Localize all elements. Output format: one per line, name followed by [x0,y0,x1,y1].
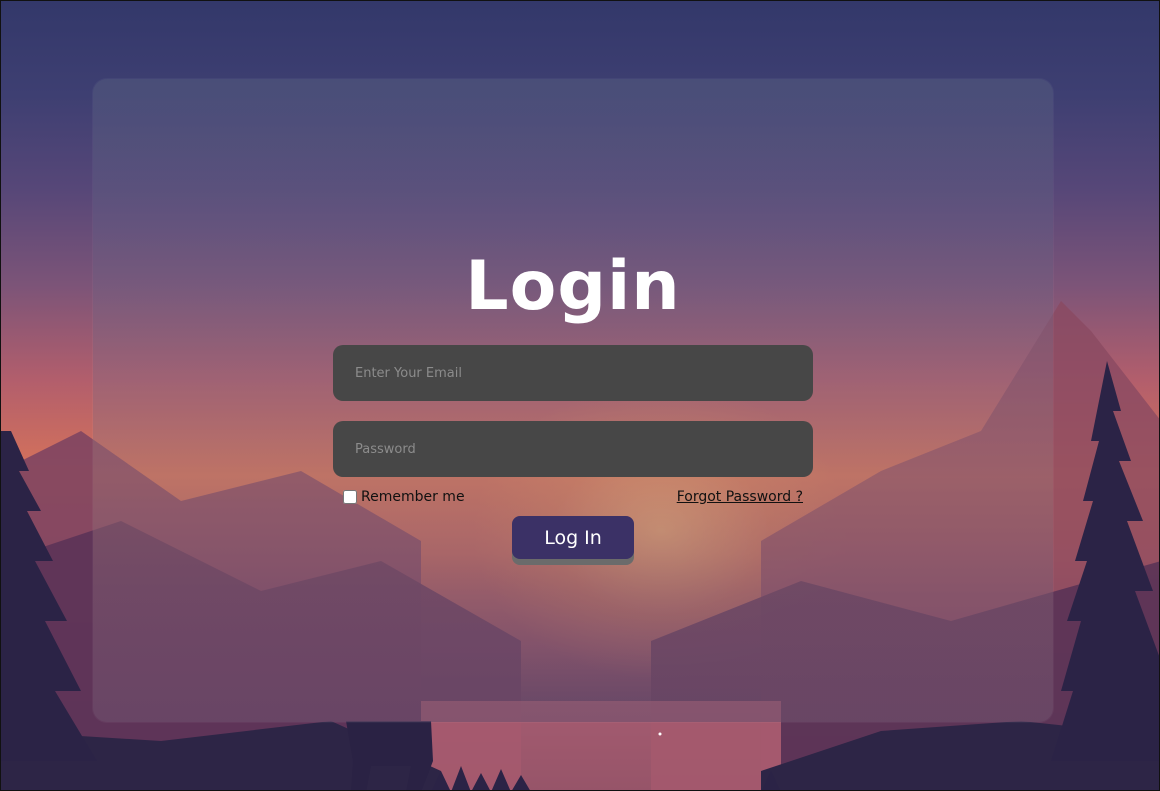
password-input[interactable] [353,440,793,458]
email-input[interactable] [353,364,793,382]
login-button[interactable]: Log In [512,516,634,559]
email-field[interactable] [333,345,813,401]
forgot-password-link[interactable]: Forgot Password ? [677,489,803,505]
login-options-row: Remember me Forgot Password ? [343,485,803,509]
page-title: Login [465,247,681,326]
remember-me-checkbox[interactable] [343,490,357,504]
password-field[interactable] [333,421,813,477]
login-button-wrapper: Log In [512,516,634,566]
star [658,732,662,736]
login-page: Login Remember me Forgot Password ? Log … [0,0,1160,791]
remember-me[interactable]: Remember me [343,489,465,505]
remember-me-label: Remember me [361,489,465,505]
login-card: Login Remember me Forgot Password ? Log … [93,79,1053,722]
